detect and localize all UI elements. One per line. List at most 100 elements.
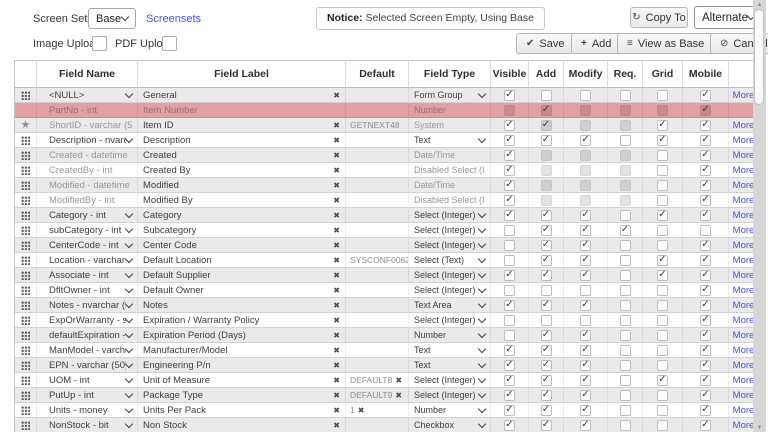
drag-handle-icon[interactable] bbox=[21, 346, 30, 355]
screen-set-select[interactable]: Base bbox=[88, 8, 136, 29]
visible-checkbox[interactable] bbox=[504, 240, 515, 251]
visible-checkbox[interactable] bbox=[504, 330, 515, 341]
pdf-upload-checkbox[interactable] bbox=[162, 36, 177, 51]
field-type-select[interactable]: Checkbox bbox=[414, 420, 479, 430]
vertical-scrollbar[interactable]: ▲ ▼ bbox=[753, 0, 766, 432]
modify-checkbox[interactable]: ✓ bbox=[580, 300, 591, 311]
drag-handle-icon[interactable] bbox=[21, 91, 30, 100]
mobile-checkbox[interactable]: ✓ bbox=[700, 375, 711, 386]
more-link[interactable]: More bbox=[733, 390, 755, 401]
scrollbar-thumb[interactable] bbox=[754, 9, 764, 105]
field-name-select[interactable]: Units - money bbox=[49, 405, 126, 416]
visible-checkbox[interactable] bbox=[504, 225, 515, 236]
mobile-checkbox[interactable]: ✓ bbox=[700, 255, 711, 266]
grid-checkbox[interactable]: ✓ bbox=[657, 210, 668, 221]
more-link[interactable]: More bbox=[733, 420, 755, 431]
clear-label-icon[interactable]: ✖ bbox=[333, 121, 340, 130]
grid-checkbox[interactable] bbox=[657, 300, 668, 311]
drag-handle-icon[interactable] bbox=[21, 376, 30, 385]
field-type-select[interactable]: Number bbox=[414, 330, 479, 340]
modify-checkbox[interactable]: ✓ bbox=[580, 135, 591, 146]
mobile-checkbox[interactable]: ✓ bbox=[700, 195, 711, 206]
mobile-checkbox[interactable]: ✓ bbox=[700, 120, 711, 131]
more-link[interactable]: More bbox=[733, 405, 755, 416]
mobile-checkbox[interactable]: ✓ bbox=[700, 270, 711, 281]
add-checkbox[interactable]: ✓ bbox=[541, 240, 552, 251]
more-link[interactable]: More bbox=[733, 300, 755, 311]
field-type-select[interactable]: Select (Integer) bbox=[414, 240, 479, 250]
mobile-checkbox[interactable]: ✓ bbox=[700, 150, 711, 161]
more-link[interactable]: More bbox=[733, 150, 755, 161]
field-type-select[interactable]: Text bbox=[414, 345, 479, 355]
drag-handle-icon[interactable] bbox=[21, 226, 30, 235]
modify-checkbox[interactable]: ✓ bbox=[580, 255, 591, 266]
req-checkbox[interactable] bbox=[620, 405, 631, 416]
req-checkbox[interactable] bbox=[620, 135, 631, 146]
visible-checkbox[interactable]: ✓ bbox=[504, 420, 515, 431]
mobile-checkbox[interactable]: ✓ bbox=[700, 315, 711, 326]
visible-checkbox[interactable]: ✓ bbox=[504, 390, 515, 401]
visible-checkbox[interactable] bbox=[504, 285, 515, 296]
field-name-select[interactable]: Location - varchar (20) bbox=[49, 255, 126, 266]
add-button[interactable]: + Add bbox=[571, 33, 621, 54]
clear-label-icon[interactable]: ✖ bbox=[333, 226, 340, 235]
more-link[interactable]: More bbox=[733, 375, 755, 386]
modify-checkbox[interactable]: ✓ bbox=[580, 240, 591, 251]
add-checkbox[interactable]: ✓ bbox=[541, 405, 552, 416]
mobile-checkbox[interactable]: ✓ bbox=[700, 300, 711, 311]
more-link[interactable]: More bbox=[733, 225, 755, 236]
visible-checkbox[interactable]: ✓ bbox=[504, 270, 515, 281]
drag-handle-icon[interactable] bbox=[21, 136, 30, 145]
req-checkbox[interactable] bbox=[620, 390, 631, 401]
more-link[interactable]: More bbox=[733, 330, 755, 341]
add-checkbox[interactable]: ✓ bbox=[541, 330, 552, 341]
clear-label-icon[interactable]: ✖ bbox=[333, 151, 340, 160]
mobile-checkbox[interactable]: ✓ bbox=[700, 405, 711, 416]
visible-checkbox[interactable]: ✓ bbox=[504, 405, 515, 416]
field-name-select[interactable]: PutUp - int bbox=[49, 390, 126, 401]
more-link[interactable]: More bbox=[733, 165, 755, 176]
modify-checkbox[interactable]: ✓ bbox=[580, 360, 591, 371]
grid-checkbox[interactable]: ✓ bbox=[657, 270, 668, 281]
drag-handle-icon[interactable] bbox=[21, 286, 30, 295]
clear-label-icon[interactable]: ✖ bbox=[333, 196, 340, 205]
more-link[interactable]: More bbox=[733, 315, 755, 326]
mobile-checkbox[interactable]: ✓ bbox=[700, 240, 711, 251]
mobile-checkbox[interactable]: ✓ bbox=[700, 180, 711, 191]
drag-handle-icon[interactable] bbox=[21, 316, 30, 325]
add-checkbox[interactable]: ✓ bbox=[541, 210, 552, 221]
more-link[interactable]: More bbox=[733, 240, 755, 251]
visible-checkbox[interactable]: ✓ bbox=[504, 210, 515, 221]
grid-checkbox[interactable] bbox=[657, 285, 668, 296]
mobile-checkbox[interactable]: ✓ bbox=[700, 330, 711, 341]
req-checkbox[interactable] bbox=[620, 345, 631, 356]
clear-default-icon[interactable]: ✖ bbox=[358, 406, 365, 415]
clear-label-icon[interactable]: ✖ bbox=[333, 241, 340, 250]
grid-checkbox[interactable] bbox=[657, 360, 668, 371]
scroll-down-arrow-icon[interactable]: ▼ bbox=[753, 423, 766, 432]
more-link[interactable]: More bbox=[733, 360, 755, 371]
clear-label-icon[interactable]: ✖ bbox=[333, 361, 340, 370]
clear-label-icon[interactable]: ✖ bbox=[333, 136, 340, 145]
grid-checkbox[interactable] bbox=[657, 180, 668, 191]
add-checkbox[interactable] bbox=[541, 315, 552, 326]
image-upload-checkbox[interactable] bbox=[92, 36, 107, 51]
visible-checkbox[interactable]: ✓ bbox=[504, 120, 515, 131]
req-checkbox[interactable] bbox=[620, 255, 631, 266]
grid-checkbox[interactable]: ✓ bbox=[657, 120, 668, 131]
field-type-select[interactable]: Text Area bbox=[414, 300, 479, 310]
add-checkbox[interactable]: ✓ bbox=[541, 225, 552, 236]
more-link[interactable]: More bbox=[733, 210, 755, 221]
drag-handle-icon[interactable] bbox=[21, 181, 30, 190]
more-link[interactable]: More bbox=[733, 90, 755, 101]
field-name-select[interactable]: <NULL> bbox=[49, 90, 126, 101]
mobile-checkbox[interactable]: ✓ bbox=[700, 135, 711, 146]
req-checkbox[interactable] bbox=[620, 270, 631, 281]
drag-handle-icon[interactable] bbox=[21, 211, 30, 220]
field-name-select[interactable]: Notes - nvarchar (3000) bbox=[49, 300, 126, 311]
grid-checkbox[interactable] bbox=[657, 390, 668, 401]
more-link[interactable]: More bbox=[733, 120, 755, 131]
grid-checkbox[interactable] bbox=[657, 150, 668, 161]
req-checkbox[interactable] bbox=[620, 330, 631, 341]
add-checkbox[interactable]: ✓ bbox=[541, 270, 552, 281]
